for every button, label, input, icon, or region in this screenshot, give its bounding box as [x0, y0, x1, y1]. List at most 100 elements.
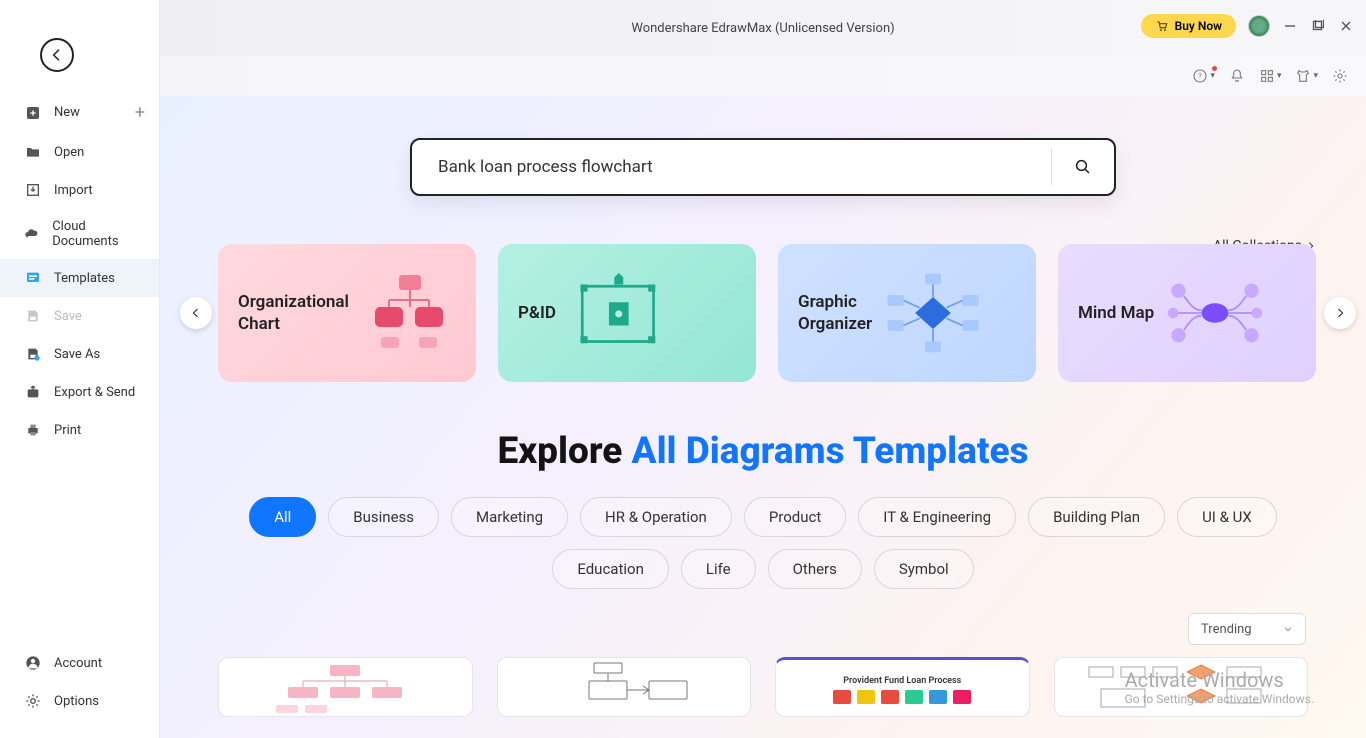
sidebar: New + Open Import Cloud Documents Templates Sa…: [0, 0, 160, 738]
search-button[interactable]: [1052, 158, 1114, 176]
sidebar-item-label: New: [54, 105, 80, 120]
back-button[interactable]: [40, 38, 74, 72]
carousel-card-mind-map[interactable]: Mind Map: [1058, 244, 1316, 382]
carousel-next-button[interactable]: [1324, 297, 1356, 329]
content: All Collections OrganizationalChartP&IDG…: [160, 96, 1366, 738]
close-button[interactable]: [1338, 18, 1354, 34]
template-card-title: Provident Fund Loan Process: [843, 676, 961, 686]
sidebar-item-account[interactable]: Account: [0, 644, 159, 682]
filter-pill-symbol[interactable]: Symbol: [874, 549, 974, 589]
template-card[interactable]: [497, 657, 752, 717]
category-filters: All Business Marketing HR & Operation Produc…: [160, 497, 1366, 589]
chevron-right-icon: [1334, 307, 1346, 319]
bell-icon: [1229, 68, 1245, 84]
template-card[interactable]: [1054, 657, 1309, 717]
sidebar-item-label: Export & Send: [54, 385, 135, 400]
app-title: Wondershare EdrawMax (Unlicensed Version…: [631, 21, 894, 36]
org-chart-thumbnail-icon: [260, 661, 430, 713]
window-controls: Buy Now: [1141, 14, 1354, 38]
filter-pill-it-engineering[interactable]: IT & Engineering: [858, 497, 1016, 537]
filter-pill-all[interactable]: All: [249, 497, 316, 537]
sidebar-item-new[interactable]: New +: [0, 92, 159, 133]
search-icon: [1074, 158, 1092, 176]
sidebar-item-export-send[interactable]: Export & Send: [0, 373, 159, 411]
sidebar-item-label: Print: [54, 423, 81, 438]
sidebar-item-import[interactable]: Import: [0, 171, 159, 209]
pink-art-icon: [361, 264, 457, 362]
sidebar-item-print[interactable]: Print: [0, 411, 159, 449]
filter-pill-ui-ux[interactable]: UI & UX: [1177, 497, 1277, 537]
template-card[interactable]: Provident Fund Loan Process: [775, 657, 1030, 717]
titlebar: Wondershare EdrawMax (Unlicensed Version…: [160, 0, 1366, 56]
cart-icon: [1155, 19, 1169, 33]
explore-suffix: All Diagrams Templates: [632, 430, 1029, 473]
filter-pill-life[interactable]: Life: [681, 549, 756, 589]
chevron-down-icon: [1283, 624, 1293, 634]
apps-button[interactable]: ▾: [1259, 68, 1282, 84]
sidebar-item-options[interactable]: Options: [0, 682, 159, 720]
toolbar: ? ▾ ▾ ▾: [160, 56, 1366, 96]
flowchart-thumbnail-icon: [539, 661, 709, 713]
process-thumbnail-icon: [1081, 661, 1281, 713]
help-button[interactable]: ? ▾: [1192, 68, 1215, 84]
svg-text:?: ?: [1199, 72, 1203, 81]
maximize-button[interactable]: [1310, 18, 1326, 34]
template-icon: [24, 269, 42, 287]
shirt-icon: [1295, 68, 1311, 84]
template-carousel: OrganizationalChartP&IDGraphicOrganizer M…: [160, 244, 1366, 382]
cloud-icon: [24, 225, 40, 243]
filter-pill-marketing[interactable]: Marketing: [451, 497, 568, 537]
filter-pill-others[interactable]: Others: [768, 549, 862, 589]
sidebar-item-templates[interactable]: Templates: [0, 259, 159, 297]
template-results: Provident Fund Loan Process: [160, 645, 1366, 717]
print-icon: [24, 421, 42, 439]
sidebar-item-label: Save: [54, 309, 82, 324]
gear-icon: [24, 692, 42, 710]
sidebar-item-label: Options: [54, 694, 99, 709]
filter-pill-business[interactable]: Business: [328, 497, 439, 537]
plus-box-icon: [24, 104, 42, 122]
export-icon: [24, 383, 42, 401]
notifications-button[interactable]: [1229, 68, 1245, 84]
avatar[interactable]: [1248, 15, 1270, 37]
search-box: [410, 138, 1116, 196]
filter-pill-building-plan[interactable]: Building Plan: [1028, 497, 1165, 537]
buy-now-button[interactable]: Buy Now: [1141, 14, 1236, 38]
sidebar-item-label: Open: [54, 145, 84, 160]
carousel-card-p-id[interactable]: P&ID: [498, 244, 756, 382]
sidebar-item-label: Cloud Documents: [52, 219, 145, 249]
color-boxes-icon: [833, 690, 971, 704]
filter-pill-product[interactable]: Product: [744, 497, 846, 537]
sidebar-item-save-as[interactable]: Save As: [0, 335, 159, 373]
sidebar-item-label: Import: [54, 183, 93, 198]
carousel-card-organizational-chart[interactable]: OrganizationalChart: [218, 244, 476, 382]
help-icon: ?: [1192, 68, 1208, 84]
carousel-prev-button[interactable]: [180, 297, 212, 329]
sidebar-item-cloud-documents[interactable]: Cloud Documents: [0, 209, 159, 259]
search-input[interactable]: [412, 157, 1051, 177]
main: Wondershare EdrawMax (Unlicensed Version…: [160, 0, 1366, 738]
gear-icon: [1332, 68, 1348, 84]
sidebar-item-label: Account: [54, 656, 102, 671]
carousel-card-label: Mind Map: [1078, 302, 1154, 324]
notification-dot-icon: [1212, 66, 1217, 71]
chevron-left-icon: [190, 307, 202, 319]
plus-icon: +: [135, 102, 145, 123]
filter-pill-hr-operation[interactable]: HR & Operation: [580, 497, 732, 537]
purple-art-icon: [1166, 264, 1264, 362]
save-as-icon: [24, 345, 42, 363]
sidebar-item-save: Save: [0, 297, 159, 335]
theme-button[interactable]: ▾: [1295, 68, 1318, 84]
filter-pill-education[interactable]: Education: [552, 549, 669, 589]
minimize-button[interactable]: [1282, 18, 1298, 34]
import-icon: [24, 181, 42, 199]
sidebar-item-label: Save As: [54, 347, 100, 362]
account-icon: [24, 654, 42, 672]
sort-label: Trending: [1201, 622, 1252, 637]
template-card[interactable]: [218, 657, 473, 717]
sort-select[interactable]: Trending: [1188, 613, 1306, 645]
explore-prefix: Explore: [497, 430, 631, 473]
settings-button[interactable]: [1332, 68, 1348, 84]
carousel-card-graphic-organizer[interactable]: GraphicOrganizer: [778, 244, 1036, 382]
sidebar-item-open[interactable]: Open: [0, 133, 159, 171]
